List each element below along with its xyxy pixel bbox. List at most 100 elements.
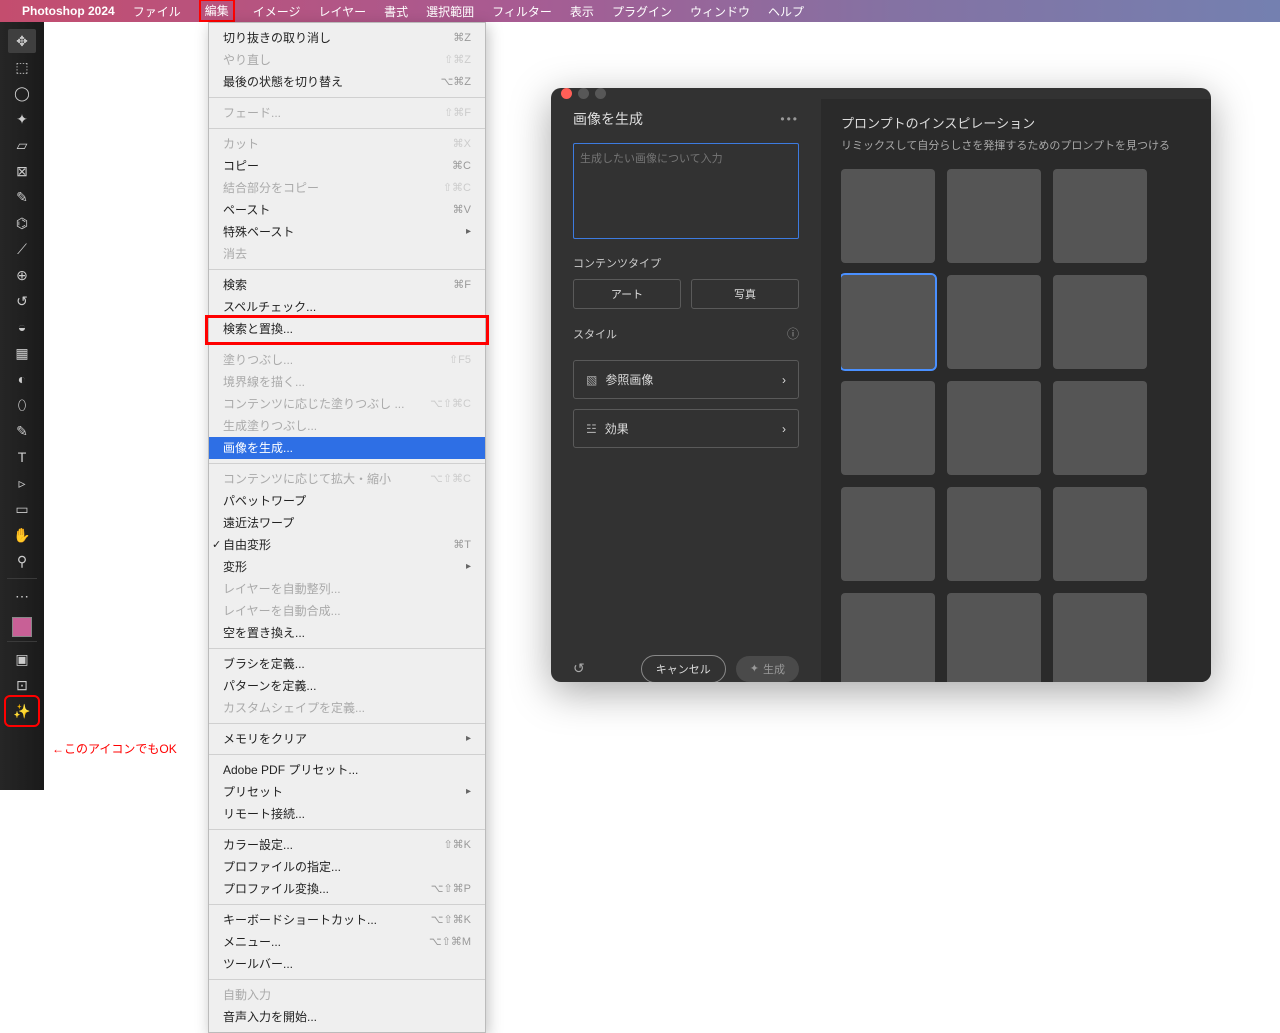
type-tool-icon[interactable]: T	[8, 445, 36, 469]
heal-tool-icon[interactable]: ⌬	[8, 211, 36, 235]
inspiration-thumb[interactable]	[841, 487, 935, 581]
menu-item[interactable]: プロファイル変換...⌥⇧⌘P	[209, 878, 485, 900]
dodge-tool-icon[interactable]: ⬯	[8, 393, 36, 417]
marquee-tool-icon[interactable]: ⬚	[8, 55, 36, 79]
menu-item[interactable]: 検索⌘F	[209, 274, 485, 296]
menu-item[interactable]: ✓自由変形⌘T	[209, 534, 485, 556]
menu-item[interactable]: リモート接続...	[209, 803, 485, 825]
wand-tool-icon[interactable]: ✦	[8, 107, 36, 131]
menu-separator	[209, 754, 485, 755]
menu-image[interactable]: イメージ	[253, 3, 301, 20]
minimize-icon[interactable]	[578, 88, 589, 99]
inspiration-thumb[interactable]	[947, 275, 1041, 369]
content-type-art-button[interactable]: アート	[573, 279, 681, 309]
effects-accordion[interactable]: ☳効果 ›	[573, 409, 799, 448]
inspiration-grid-scroll[interactable]	[841, 169, 1207, 683]
stamp-tool-icon[interactable]: ⊕	[8, 263, 36, 287]
menu-item[interactable]: パペットワープ	[209, 490, 485, 512]
menu-item[interactable]: コピー⌘C	[209, 155, 485, 177]
zoom-tool-icon[interactable]: ⚲	[8, 549, 36, 573]
menu-item: 自動入力	[209, 984, 485, 1006]
foreground-color-swatch[interactable]	[12, 617, 32, 637]
history-brush-tool-icon[interactable]: ↺	[8, 289, 36, 313]
inspiration-thumb[interactable]	[947, 169, 1041, 263]
menu-item[interactable]: プロファイルの指定...	[209, 856, 485, 878]
inspiration-thumb[interactable]	[841, 169, 935, 263]
menu-item[interactable]: プリセット	[209, 781, 485, 803]
eyedropper-tool-icon[interactable]: ✎	[8, 185, 36, 209]
menu-item: カット⌘X	[209, 133, 485, 155]
menu-file[interactable]: ファイル	[133, 3, 181, 20]
cancel-button[interactable]: キャンセル	[641, 655, 726, 683]
more-options-icon[interactable]: •••	[780, 112, 799, 126]
crop-tool-icon[interactable]: ▱	[8, 133, 36, 157]
menu-plugin[interactable]: プラグイン	[612, 3, 672, 20]
inspiration-thumb[interactable]	[1053, 593, 1147, 683]
path-tool-icon[interactable]: ▹	[8, 471, 36, 495]
menu-help[interactable]: ヘルプ	[768, 3, 804, 20]
menu-item[interactable]: メモリをクリア	[209, 728, 485, 750]
inspiration-thumb[interactable]	[841, 593, 935, 683]
reference-image-accordion[interactable]: ▧参照画像 ›	[573, 360, 799, 399]
gradient-tool-icon[interactable]: ▦	[8, 341, 36, 365]
content-type-photo-button[interactable]: 写真	[691, 279, 799, 309]
close-icon[interactable]	[561, 88, 572, 99]
image-icon: ▧	[586, 373, 597, 387]
shape-tool-icon[interactable]: ▭	[8, 497, 36, 521]
menu-select[interactable]: 選択範囲	[426, 3, 474, 20]
inspiration-thumb[interactable]	[841, 275, 935, 369]
menu-item[interactable]: キーボードショートカット...⌥⇧⌘K	[209, 909, 485, 931]
eraser-tool-icon[interactable]: ◒	[8, 315, 36, 339]
menu-item[interactable]: 画像を生成...	[209, 437, 485, 459]
menu-window[interactable]: ウィンドウ	[690, 3, 750, 20]
brush-tool-icon[interactable]: ⟋	[8, 237, 36, 261]
menu-edit[interactable]: 編集	[199, 0, 235, 22]
menu-item[interactable]: 特殊ペースト	[209, 221, 485, 243]
inspiration-thumb[interactable]	[841, 381, 935, 475]
menu-filter[interactable]: フィルター	[492, 3, 552, 20]
menu-layer[interactable]: レイヤー	[318, 3, 366, 20]
menu-item[interactable]: スペルチェック...	[209, 296, 485, 318]
quickmask-tool-icon[interactable]: ▣	[8, 647, 36, 671]
menu-item[interactable]: パターンを定義...	[209, 675, 485, 697]
menu-item[interactable]: ブラシを定義...	[209, 653, 485, 675]
screenmode-tool-icon[interactable]: ⊡	[8, 673, 36, 697]
menu-item[interactable]: ツールバー...	[209, 953, 485, 975]
frame-tool-icon[interactable]: ⊠	[8, 159, 36, 183]
blur-tool-icon[interactable]: ◐	[8, 367, 36, 391]
more-tool-icon[interactable]: ⋯	[8, 584, 36, 608]
style-label: スタイル	[573, 326, 617, 342]
menu-item[interactable]: カラー設定...⇧⌘K	[209, 834, 485, 856]
menu-item[interactable]: 検索と置換...	[209, 318, 485, 340]
inspiration-thumb[interactable]	[947, 593, 1041, 683]
menu-item[interactable]: メニュー...⌥⇧⌘M	[209, 931, 485, 953]
inspiration-thumb[interactable]	[1053, 275, 1147, 369]
menu-view[interactable]: 表示	[570, 3, 594, 20]
inspiration-thumb[interactable]	[947, 487, 1041, 581]
move-tool-icon[interactable]: ✥	[8, 29, 36, 53]
sparkle-icon: ✦	[750, 662, 759, 675]
pen-tool-icon[interactable]: ✎	[8, 419, 36, 443]
menu-item[interactable]: 変形	[209, 556, 485, 578]
generate-button[interactable]: ✦生成	[736, 656, 799, 682]
inspiration-thumb[interactable]	[1053, 381, 1147, 475]
info-icon[interactable]: ⓘ	[787, 325, 799, 342]
menu-item[interactable]: 最後の状態を切り替え⌥⌘Z	[209, 71, 485, 93]
menu-item[interactable]: Adobe PDF プリセット...	[209, 759, 485, 781]
menu-item[interactable]: 切り抜きの取り消し⌘Z	[209, 27, 485, 49]
menu-item: 塗りつぶし...⇧F5	[209, 349, 485, 371]
menu-type[interactable]: 書式	[384, 3, 408, 20]
menu-item[interactable]: 音声入力を開始...	[209, 1006, 485, 1028]
hand-tool-icon[interactable]: ✋	[8, 523, 36, 547]
menu-item[interactable]: 空を置き換え...	[209, 622, 485, 644]
inspiration-thumb[interactable]	[1053, 169, 1147, 263]
inspiration-thumb[interactable]	[1053, 487, 1147, 581]
lasso-tool-icon[interactable]: ◯	[8, 81, 36, 105]
menu-item[interactable]: ペースト⌘V	[209, 199, 485, 221]
generate-image-tool-icon[interactable]: ✨	[8, 699, 36, 723]
maximize-icon[interactable]	[595, 88, 606, 99]
menu-item[interactable]: 遠近法ワープ	[209, 512, 485, 534]
prompt-input[interactable]	[573, 143, 799, 239]
reset-icon[interactable]: ↺	[573, 660, 585, 677]
inspiration-thumb[interactable]	[947, 381, 1041, 475]
